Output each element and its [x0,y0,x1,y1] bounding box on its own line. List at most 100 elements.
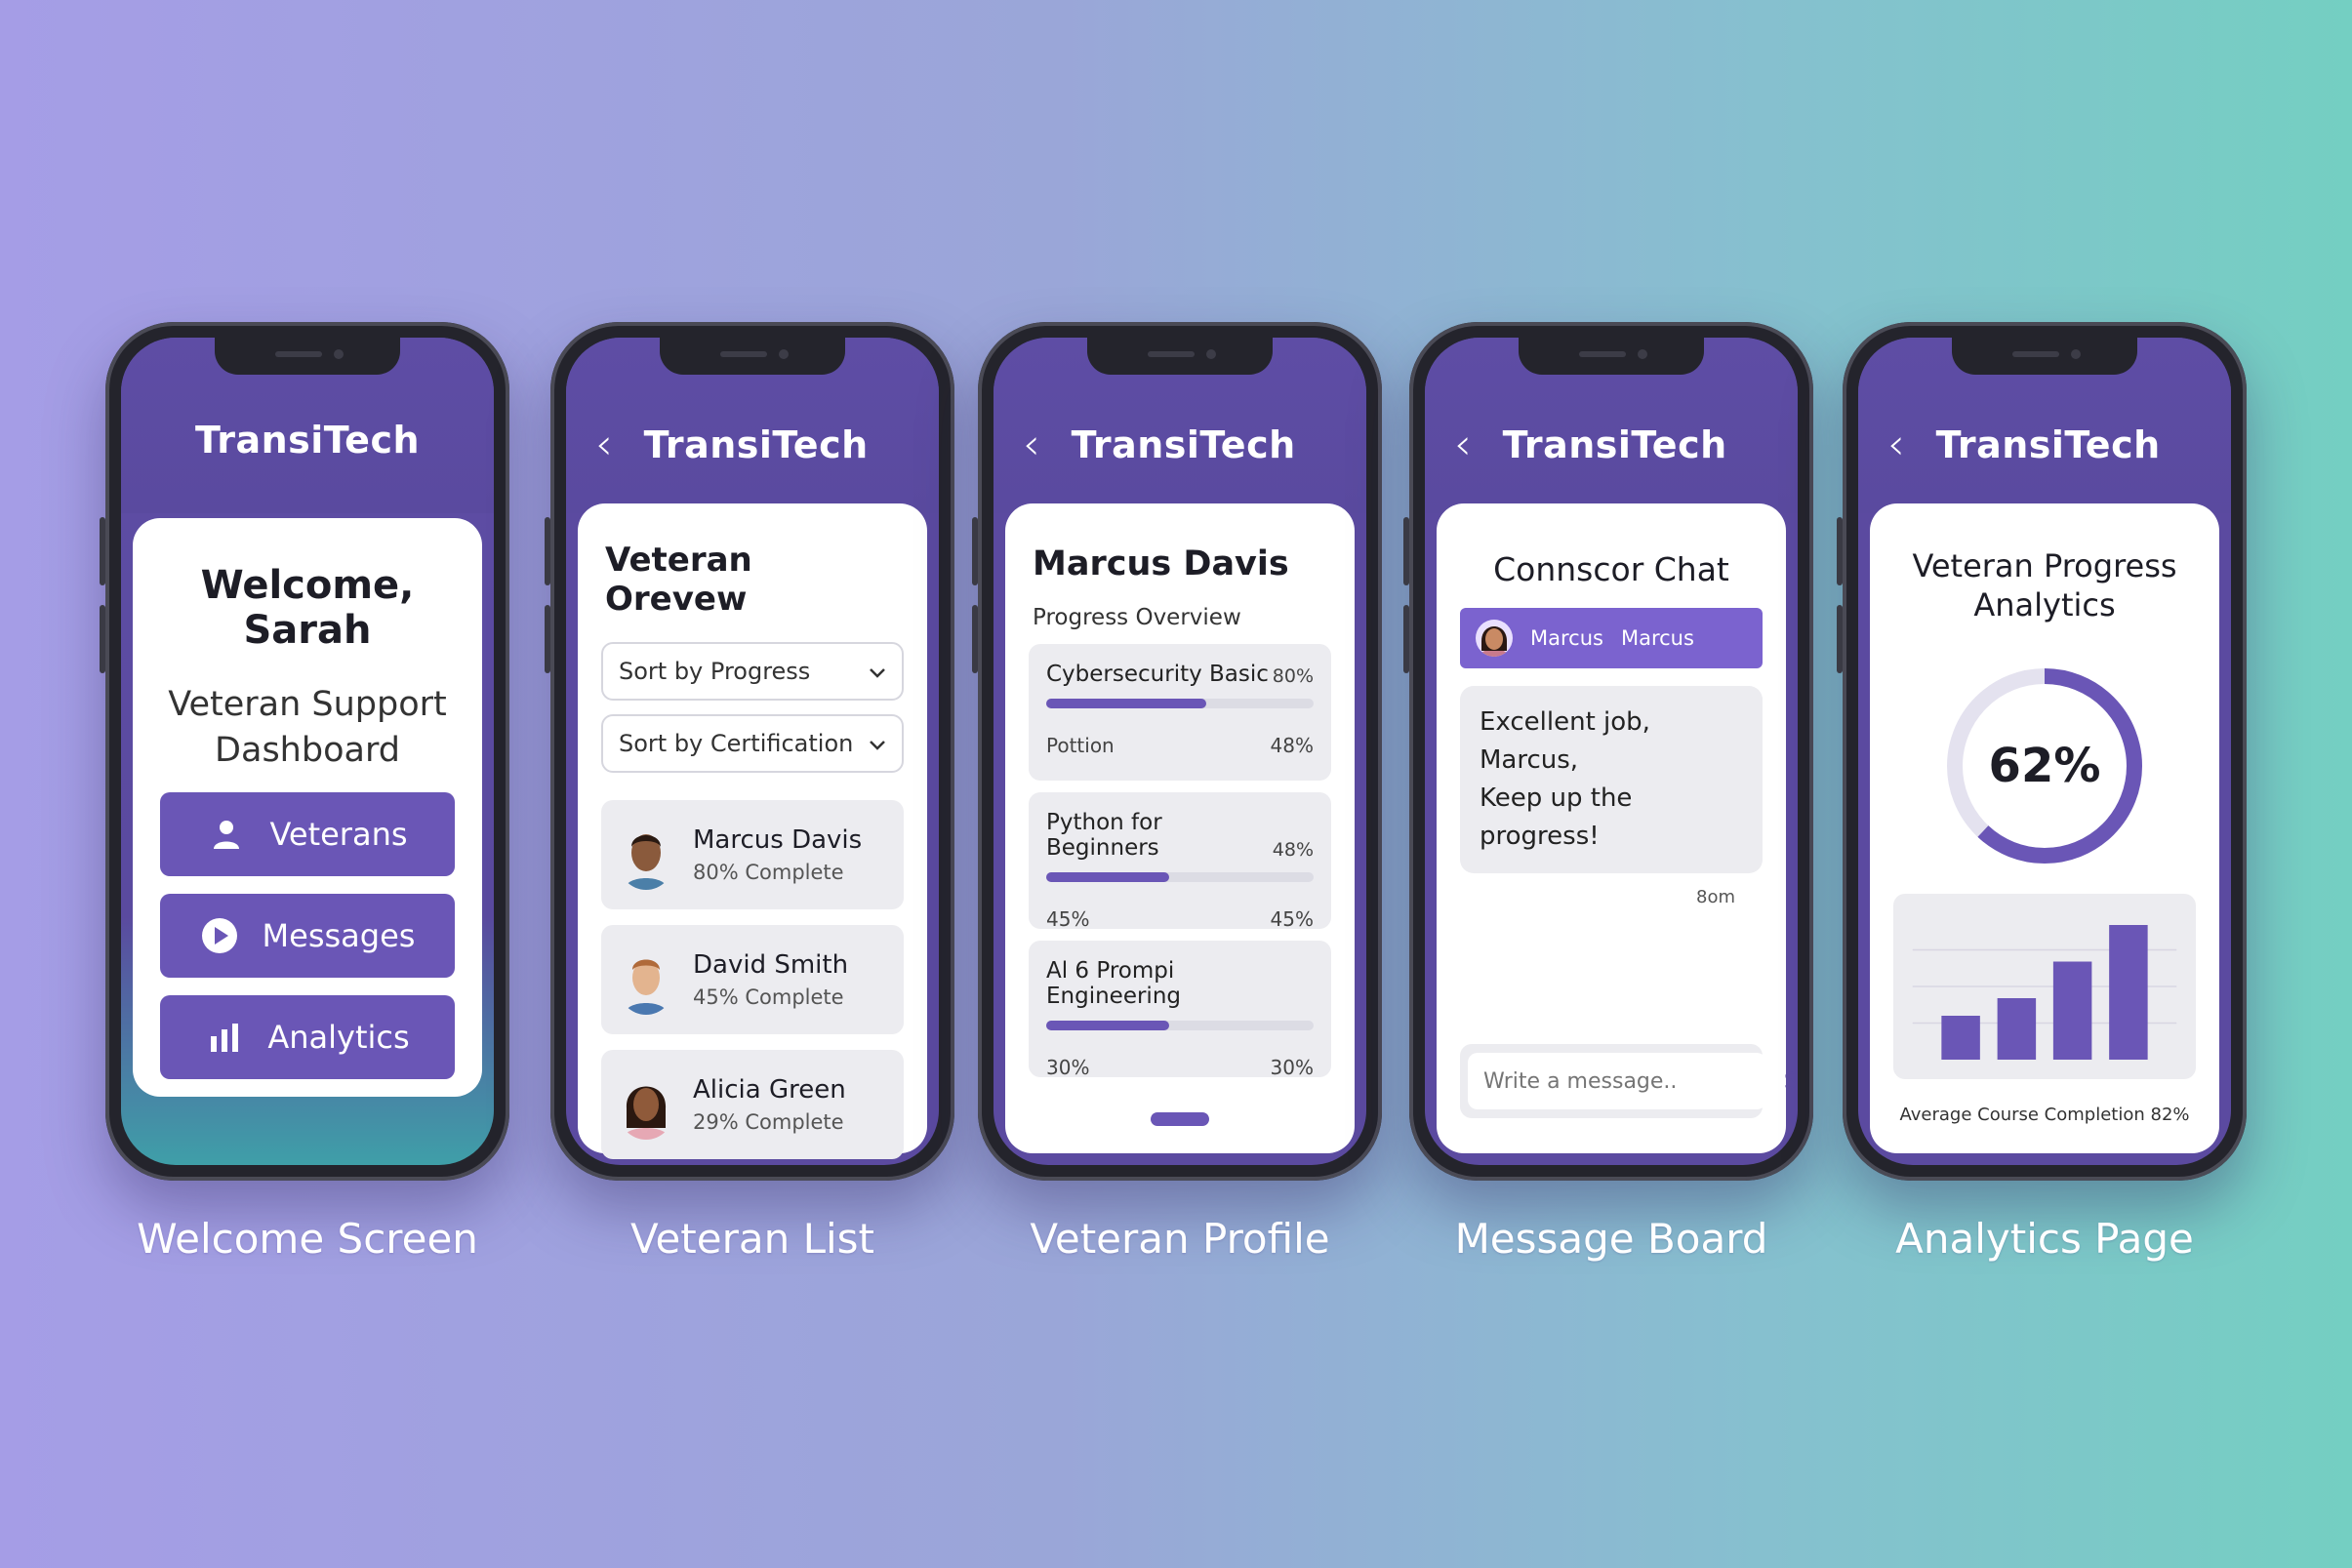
analytics-button[interactable]: Analytics [160,994,455,1079]
back-chevron-icon[interactable]: ‹ [1023,423,1040,466]
veteran-list-screen: ‹ TransiTech Veteran Orevew Sort by Prog… [566,338,939,1165]
analytics-screen: ‹ TransiTech Veteran Progress Analytics … [1858,338,2231,1165]
user-icon [207,815,246,854]
caption-welcome: Welcome Screen [137,1215,478,1263]
course-header: Al 6 Prompi Engineering [1046,958,1314,1009]
app-title: TransiTech [1935,423,2161,466]
chevron-down-icon [869,730,886,757]
analytics-button-label: Analytics [267,1018,410,1056]
bar-chart-svg [1912,925,2177,1060]
app-title: TransiTech [1502,423,1727,466]
sort-progress-label: Sort by Progress [619,658,811,685]
progress-bar [1046,1021,1314,1030]
course-card[interactable]: Cybersecurity Basic 80% Pottion 48% [1029,644,1331,781]
phone-veteran-list: ‹ TransiTech Veteran Orevew Sort by Prog… [545,322,954,1181]
course-left-label: 45% [1046,907,1090,931]
subtitle-line: Veteran Support [168,685,447,724]
message-board-screen: ‹ TransiTech Connscor Chat Marcus Marcus… [1425,338,1798,1165]
app-title: TransiTech [643,423,869,466]
list-item[interactable]: David Smith 45% Complete [601,925,904,1034]
veteran-progress: 45% Complete [693,985,844,1009]
message-input[interactable] [1468,1053,1766,1109]
veteran-progress: 80% Complete [693,861,844,884]
notch [660,338,845,375]
bar-chart [1893,894,2196,1079]
progress-bar [1046,699,1314,708]
phone-veteran-profile: ‹ TransiTech Marcus Davis Progress Overv… [972,322,1382,1181]
avatar [1476,620,1513,657]
progress-fill [1046,699,1207,708]
average-completion-label: Average Course Completion 82% [1899,1105,2190,1125]
veteran-info: Alicia Green 29% Complete [693,1075,846,1134]
chart-bar [1997,998,2037,1060]
course-footer: 30% 30% [1046,1056,1314,1079]
course-percent: 80% [1272,665,1314,687]
course-percent: 48% [1272,839,1314,861]
analytics-card: Veteran Progress Analytics 62% Average C… [1870,503,2219,1153]
progress-bar [1046,872,1314,882]
veteran-info: David Smith 45% Complete [693,950,848,1009]
message-line: Keep up the progress! [1480,784,1633,851]
notch [1519,338,1704,375]
course-right-label: 30% [1270,1056,1314,1079]
veterans-button-label: Veterans [269,815,408,853]
back-chevron-icon[interactable]: ‹ [1454,423,1472,466]
notch [215,338,400,375]
profile-name: Marcus Davis [1033,544,1289,583]
messages-button[interactable]: Messages [160,893,455,978]
sort-certification-label: Sort by Certification [619,730,854,757]
course-card[interactable]: Al 6 Prompi Engineering 30% 30% [1029,941,1331,1079]
phone-analytics: ‹ TransiTech Veteran Progress Analytics … [1837,322,2247,1181]
welcome-screen: TransiTech Welcome, Sarah Veteran Suppor… [121,338,494,1165]
notch [1952,338,2137,375]
course-footer: Pottion 48% [1046,734,1314,757]
chat-card: Connscor Chat Marcus Marcus Excellent jo… [1437,503,1798,1153]
chart-bar [2052,961,2092,1060]
sort-progress-dropdown[interactable]: Sort by Progress [601,642,904,701]
course-right-label: 45% [1270,907,1314,931]
list-item[interactable]: Alicia Green 29% Complete [601,1050,904,1159]
drag-handle[interactable] [1151,1112,1209,1126]
veteran-list-card: Veteran Orevew Sort by Progress Sort by … [578,503,927,1159]
course-header: Python for Beginners 48% [1046,810,1314,861]
caption-veteran-profile: Veteran Profile [1030,1215,1330,1263]
phone-welcome: TransiTech Welcome, Sarah Veteran Suppor… [100,322,509,1181]
back-chevron-icon[interactable]: ‹ [1887,423,1905,466]
analytics-title: Veteran Progress Analytics [1893,546,2196,624]
progress-overview-label: Progress Overview [1033,605,1241,630]
welcome-subtitle: Veteran Support Dashboard [160,682,455,775]
veteran-info: Marcus Davis 80% Complete [693,825,862,884]
ring-value: 62% [1988,739,2101,793]
back-chevron-icon[interactable]: ‹ [595,423,613,466]
veterans-button[interactable]: Veterans [160,791,455,876]
veteran-name: Marcus Davis [693,825,863,855]
phone-message-board: ‹ TransiTech Connscor Chat Marcus Marcus… [1403,322,1813,1181]
welcome-card: Welcome, Sarah Veteran Support Dashboard… [133,518,482,1097]
progress-fill [1046,1021,1170,1030]
course-title: Cybersecurity Basic [1046,662,1269,687]
participant-name: Marcus [1620,626,1694,650]
veteran-progress: 29% Complete [693,1110,844,1134]
chat-participant-bar[interactable]: Marcus Marcus [1460,608,1763,668]
analytics-title-line: Veteran Progress [1912,547,2177,584]
veteran-profile-screen: ‹ TransiTech Marcus Davis Progress Overv… [994,338,1366,1165]
sort-certification-dropdown[interactable]: Sort by Certification [601,714,904,773]
course-right-label: 48% [1270,734,1314,757]
compose-bar: Send [1460,1044,1798,1118]
chart-bar [2109,925,2148,1060]
course-title: Python for Beginners [1046,810,1162,861]
app-title: TransiTech [194,419,421,462]
list-title: Veteran Orevew [605,541,752,619]
course-title: Al 6 Prompi Engineering [1046,958,1181,1009]
course-left-label: 30% [1046,1056,1090,1079]
send-button[interactable]: Send [1766,1069,1798,1094]
veteran-name: David Smith [693,950,849,980]
messages-button-label: Messages [262,916,416,954]
course-card[interactable]: Python for Beginners 48% 45% 45% [1029,792,1331,931]
veteran-name: Alicia Green [693,1075,846,1105]
app-title: TransiTech [1071,423,1296,466]
progress-fill [1046,872,1170,882]
list-item[interactable]: Marcus Davis 80% Complete [601,800,904,909]
avatar [619,820,673,890]
course-header: Cybersecurity Basic 80% [1046,662,1314,687]
